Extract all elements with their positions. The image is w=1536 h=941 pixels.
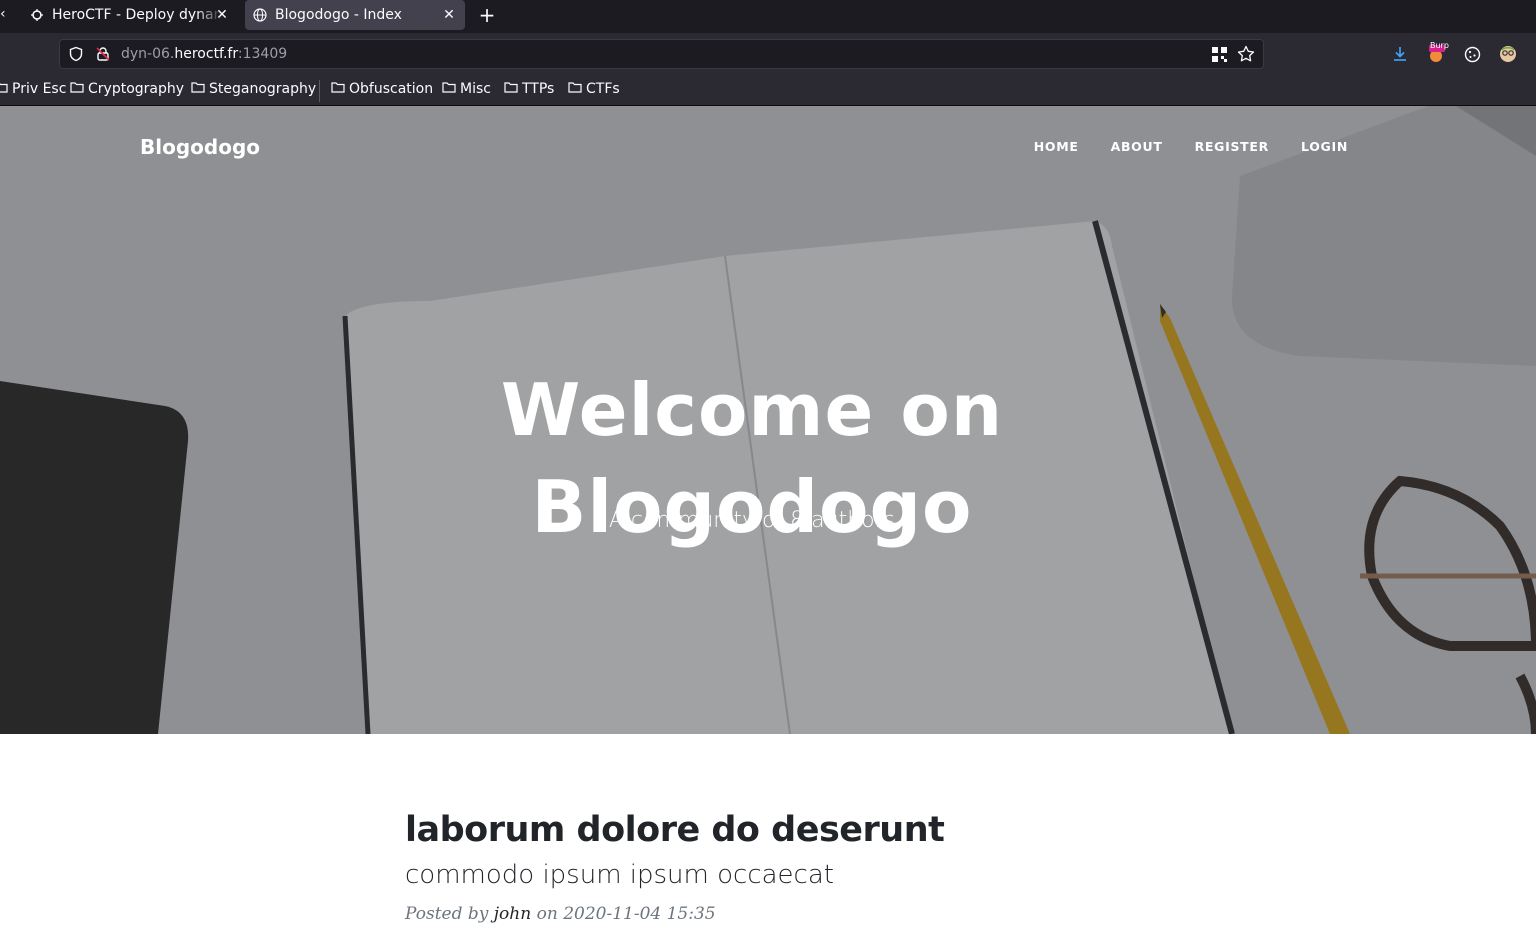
folder-icon	[0, 81, 8, 97]
folder-icon	[331, 81, 345, 97]
bookmark-separator	[319, 80, 320, 102]
globe-icon	[253, 8, 267, 22]
url-port: :13409	[237, 46, 288, 62]
site-brand-link[interactable]: Blogodogo	[140, 135, 260, 159]
url-text[interactable]: dyn-06.heroctf.fr:13409	[121, 46, 287, 62]
post-subtitle[interactable]: commodo ipsum ipsum occaecat	[405, 860, 1205, 890]
url-bar[interactable]: dyn-06.heroctf.fr:13409	[59, 39, 1264, 69]
folder-icon	[70, 81, 84, 97]
bookmark-folder-steganography[interactable]: Steganography	[191, 81, 316, 97]
post-title[interactable]: laborum dolore do deserunt	[405, 810, 1205, 850]
burp-badge-text: Burp	[1430, 41, 1449, 50]
new-tab-icon[interactable]: +	[478, 3, 496, 27]
download-icon[interactable]	[1391, 45, 1409, 63]
profile-avatar-icon[interactable]	[1499, 45, 1517, 63]
bookmark-folder-obfuscation[interactable]: Obfuscation	[331, 81, 433, 97]
bookmark-label: CTFs	[586, 81, 620, 97]
url-host: heroctf.fr	[174, 46, 238, 62]
bookmark-star-icon[interactable]	[1237, 45, 1255, 67]
folder-icon	[442, 81, 456, 97]
folder-icon	[504, 81, 518, 97]
bookmark-label: TTPs	[522, 81, 555, 97]
cookie-icon[interactable]	[1463, 45, 1481, 63]
tab-title: HeroCTF - Deploy dynamic	[52, 7, 222, 23]
hero-subtitle: A community of 8 authors	[608, 508, 896, 533]
nav-link-home[interactable]: HOME	[1034, 139, 1079, 154]
bookmark-folder-priv-esc[interactable]: Priv Esc	[0, 81, 66, 97]
url-prefix: dyn-06.	[121, 46, 175, 62]
tab-title: Blogodogo - Index	[275, 7, 402, 23]
nav-link-register[interactable]: REGISTER	[1195, 139, 1269, 154]
folder-icon	[568, 81, 582, 97]
heroctf-favicon-icon	[30, 8, 44, 22]
shield-icon[interactable]	[68, 46, 84, 66]
bookmark-label: Obfuscation	[349, 81, 434, 97]
insecure-lock-icon[interactable]	[95, 46, 111, 66]
site-nav: HOME ABOUT REGISTER LOGIN	[1002, 139, 1348, 154]
tab-strip: ‹ HeroCTF - Deploy dynamic ✕ Blogodogo -…	[0, 0, 1536, 33]
hero-title-line1: Welcome on	[500, 368, 1004, 453]
close-tab-icon[interactable]: ✕	[441, 7, 457, 23]
nav-link-login[interactable]: LOGIN	[1301, 139, 1348, 154]
post-preview[interactable]: laborum dolore do deserunt commodo ipsum…	[405, 810, 1205, 941]
post-author-link[interactable]: john	[494, 904, 531, 924]
tab-blogodogo[interactable]: Blogodogo - Index ✕	[245, 0, 465, 30]
bookmark-folder-cryptography[interactable]: Cryptography	[70, 81, 184, 97]
post-meta: Posted by john on 2020-11-04 15:35	[405, 904, 1205, 924]
bookmark-label: Priv Esc	[12, 81, 67, 97]
folder-icon	[191, 81, 205, 97]
posted-by-label: Posted by	[405, 904, 489, 924]
tab-heroctf[interactable]: HeroCTF - Deploy dynamic ✕	[0, 0, 238, 30]
hero-header: Blogodogo HOME ABOUT REGISTER LOGIN Welc…	[0, 106, 1536, 734]
close-tab-icon[interactable]: ✕	[214, 7, 230, 23]
bookmark-label: Steganography	[209, 81, 317, 97]
bookmark-label: Cryptography	[88, 81, 185, 97]
bookmark-folder-ctfs[interactable]: CTFs	[568, 81, 620, 97]
bookmark-folder-ttps[interactable]: TTPs	[504, 81, 554, 97]
bookmark-folder-misc[interactable]: Misc	[442, 81, 491, 97]
nav-link-about[interactable]: ABOUT	[1111, 139, 1163, 154]
post-date: 2020-11-04 15:35	[563, 904, 716, 924]
qr-code-icon[interactable]	[1212, 47, 1227, 66]
bookmark-label: Misc	[460, 81, 491, 97]
bookmarks-toolbar: Priv Esc Cryptography Steganography Obfu…	[0, 75, 1536, 106]
on-label: on	[536, 904, 558, 924]
